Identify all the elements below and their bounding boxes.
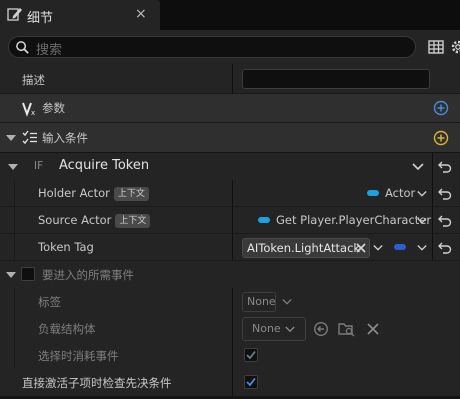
tag-combo: None [242,292,276,312]
clear-icon [367,323,379,335]
source-actor-value[interactable]: Get Player.PlayerCharacter [276,213,431,227]
gear-icon[interactable] [450,38,460,56]
tag-value: None [247,295,276,308]
context-badge: 上下文 [115,214,151,228]
close-icon[interactable]: × [135,6,147,22]
indent-guide [14,288,15,369]
tab-details[interactable]: 细节 × [0,0,160,30]
params-header[interactable]: x 参数 [0,94,460,122]
chevron-down-icon[interactable] [417,190,427,198]
expand-arrow-icon[interactable] [6,135,16,141]
chevron-down-icon[interactable] [373,244,383,252]
consume-on-select-checkbox [244,348,258,362]
context-badge: 上下文 [113,187,149,201]
search-toolbar: 搜索 [0,30,460,64]
expand-arrow-icon[interactable] [6,272,16,278]
check-prereq-row: 直接激活子项时检查先决条件 [0,369,460,396]
tab-title: 细节 [27,11,54,26]
svg-text:x: x [31,109,35,117]
holder-actor-label: Holder Actor 上下文 [38,186,149,201]
input-conditions-label: 输入条件 [42,131,88,145]
reset-arrow-icon[interactable] [438,187,452,201]
column-divider [232,288,233,315]
column-divider [232,64,233,94]
check-prereq-label: 直接激活子项时检查先决条件 [22,376,172,390]
search-icon [16,41,29,54]
column-divider [432,234,433,261]
check-icon [246,377,256,387]
payload-combo: None [242,317,306,341]
description-label: 描述 [22,73,45,87]
search-input[interactable]: 搜索 [8,36,416,58]
token-tag-chip[interactable]: AIToken.LightAttack [242,238,370,258]
browse-icon [338,323,355,337]
source-actor-row: Source Actor 上下文 Get Player.PlayerCharact… [0,207,460,234]
tab-bar: 细节 × [0,0,460,30]
add-icon[interactable] [433,130,449,146]
add-icon[interactable] [433,100,449,116]
tag-type-pill [394,244,406,250]
description-field[interactable] [242,69,430,89]
source-actor-text: Source Actor [38,213,112,227]
chevron-down-icon[interactable] [417,244,427,252]
consume-on-select-label: 选择时消耗事件 [38,349,119,363]
tag-label: 标签 [38,295,61,309]
condition-row[interactable]: IF Acquire Token [0,152,460,180]
actor-type-pill [258,217,270,223]
condition-prefix: IF [34,160,44,172]
grid-icon[interactable] [428,39,444,55]
token-tag-value: AIToken.LightAttack [247,241,361,255]
column-divider [232,369,233,396]
reset-arrow-icon[interactable] [438,160,452,174]
required-events-row[interactable]: 要进入的所需事件 [0,261,460,288]
variable-icon: x [22,102,35,117]
params-label: 参数 [42,101,65,115]
required-events-checkbox[interactable] [21,267,35,281]
payload-value: None [252,322,281,335]
reset-arrow-icon[interactable] [438,241,452,255]
check-prereq-checkbox[interactable] [244,375,258,389]
reset-arrow-icon[interactable] [438,214,452,228]
expand-arrow-icon[interactable] [8,164,18,170]
holder-actor-row: Holder Actor 上下文 Actor [0,180,460,207]
tag-row: 标签 None [0,288,460,315]
column-divider [432,207,433,234]
description-row: 描述 [0,64,460,94]
column-divider [232,315,233,342]
column-divider [232,342,233,369]
actor-type-pill [367,190,379,196]
required-events-label: 要进入的所需事件 [42,268,134,282]
check-icon [246,350,256,360]
use-selected-icon [313,321,329,337]
chevron-down-icon [282,299,292,305]
payload-row: 负载结构体 None [0,315,460,342]
token-tag-label: Token Tag [38,240,94,254]
chevron-down-icon[interactable] [412,163,424,171]
search-placeholder: 搜索 [36,43,63,58]
consume-on-select-row: 选择时消耗事件 [0,342,460,369]
holder-actor-text: Holder Actor [38,186,110,200]
token-tag-row: Token Tag AIToken.LightAttack [0,234,460,261]
column-divider [432,180,433,207]
chevron-down-icon[interactable] [417,217,427,225]
details-icon [7,8,22,21]
clear-icon[interactable] [356,243,366,253]
chevron-down-icon [285,326,295,333]
payload-label: 负载结构体 [38,322,96,336]
column-divider [432,153,433,180]
holder-actor-value[interactable]: Actor [385,186,415,200]
column-divider [232,180,233,207]
source-actor-label: Source Actor 上下文 [38,213,151,228]
indent-guide [14,180,15,261]
input-conditions-header[interactable]: 输入条件 [0,122,460,152]
column-divider [232,234,233,261]
column-divider [232,207,233,234]
condition-title: Acquire Token [59,158,150,173]
condition-list-icon [22,130,37,145]
